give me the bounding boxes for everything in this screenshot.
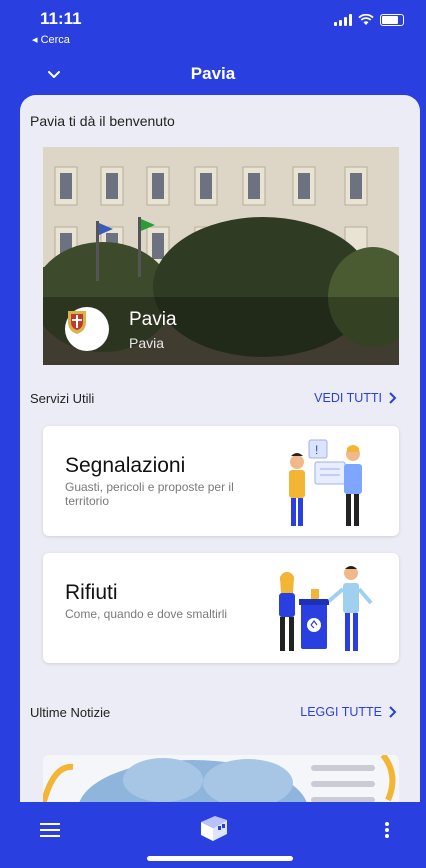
view-all-label: VEDI TUTTI bbox=[314, 391, 382, 405]
read-all-news-link[interactable]: LEGGI TUTTE bbox=[300, 705, 398, 719]
status-icons bbox=[334, 14, 404, 26]
card-title: Segnalazioni bbox=[65, 454, 186, 477]
more-vertical-icon[interactable] bbox=[384, 821, 390, 839]
back-to-app-link[interactable]: ◂ Cerca bbox=[32, 33, 70, 46]
news-image bbox=[43, 755, 399, 805]
hero-subtitle: Pavia bbox=[129, 335, 165, 351]
menu-icon[interactable] bbox=[40, 823, 60, 837]
nav-bar: Pavia bbox=[0, 56, 426, 96]
city-hero-card[interactable]: Pavia Pavia bbox=[43, 147, 399, 365]
chevron-right-icon bbox=[389, 392, 397, 404]
news-header: Ultime Notizie LEGGI TUTTE bbox=[30, 705, 400, 725]
card-description: Come, quando e dove smaltirli bbox=[65, 607, 228, 621]
chevron-right-icon bbox=[389, 706, 397, 718]
card-title: Rifiuti bbox=[65, 581, 118, 604]
reporting-illustration-icon: ! bbox=[289, 439, 362, 526]
battery-icon bbox=[380, 14, 404, 26]
content-sheet: Pavia ti dà il benvenuto Pavia Pavia Ser… bbox=[20, 95, 420, 805]
page-title: Pavia bbox=[190, 64, 236, 83]
view-all-services-link[interactable]: VEDI TUTTI bbox=[314, 391, 398, 405]
status-bar: 11:11 ◂ Cerca bbox=[0, 0, 426, 56]
svg-text:!: ! bbox=[315, 443, 318, 457]
city-crest-icon bbox=[65, 307, 109, 351]
status-time: 11:11 bbox=[40, 9, 82, 28]
bottom-bar bbox=[0, 802, 426, 868]
read-all-label: LEGGI TUTTE bbox=[300, 705, 382, 719]
hero-title: Pavia bbox=[129, 309, 177, 330]
service-card-segnalazioni[interactable]: Segnalazioni Guasti, pericoli e proposte… bbox=[43, 426, 399, 536]
news-label: Ultime Notizie bbox=[30, 705, 111, 720]
news-item-thumbnail[interactable] bbox=[43, 755, 399, 805]
app-logo-icon[interactable] bbox=[199, 816, 229, 842]
service-card-rifiuti[interactable]: Rifiuti Come, quando e dove smaltirli bbox=[43, 553, 399, 663]
card-description: Guasti, pericoli e proposte per il terri… bbox=[65, 480, 234, 508]
home-indicator[interactable] bbox=[147, 856, 293, 861]
wifi-icon bbox=[358, 14, 374, 25]
signal-icon bbox=[334, 14, 352, 26]
services-label: Servizi Utili bbox=[30, 391, 95, 406]
recycling-illustration-icon bbox=[279, 566, 373, 651]
welcome-text: Pavia ti dà il benvenuto bbox=[30, 113, 175, 129]
services-header: Servizi Utili VEDI TUTTI bbox=[30, 391, 400, 411]
